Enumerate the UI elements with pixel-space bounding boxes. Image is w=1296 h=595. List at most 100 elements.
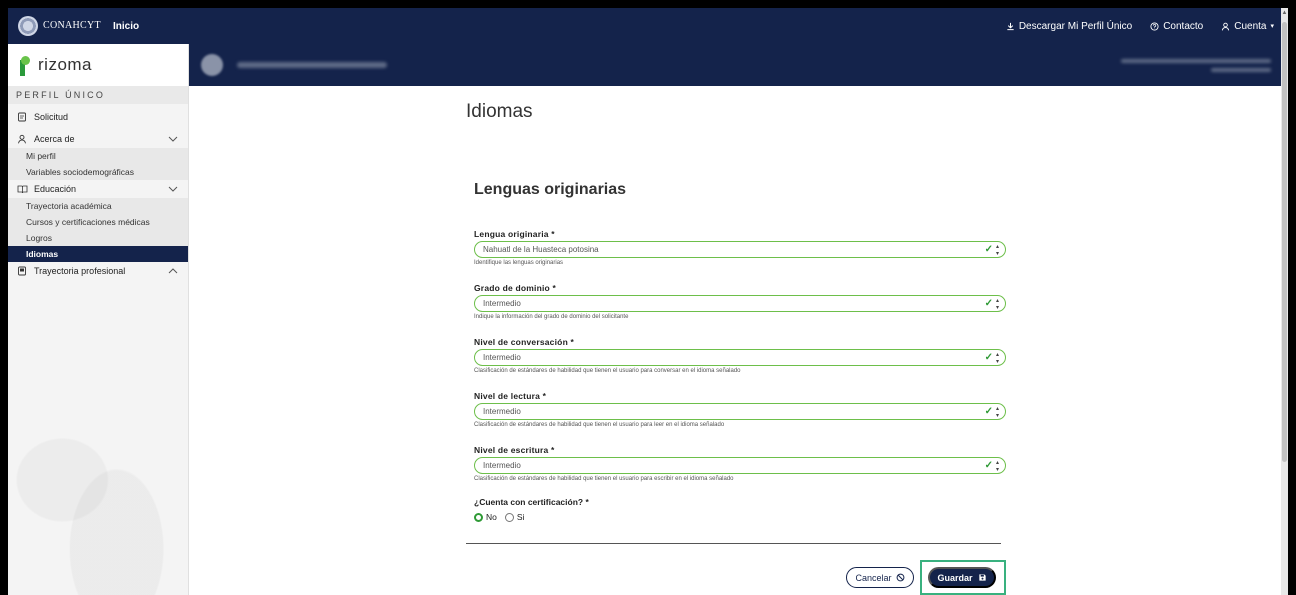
document-icon (16, 111, 28, 123)
nivel-conversacion-select[interactable]: Intermedio ✓ ▴ ▾ (474, 349, 1006, 366)
sidebar-item-solicitud[interactable]: Solicitud (8, 108, 188, 126)
top-navbar: CONAHCYT Inicio Descargar Mi Perfil Únic… (8, 8, 1288, 44)
chevron-up-icon (168, 266, 178, 276)
page-scrollbar[interactable]: ▲ (1281, 8, 1288, 595)
user-details-redacted (1121, 58, 1271, 72)
scrollbar-thumb[interactable] (1282, 22, 1287, 462)
briefcase-icon (16, 265, 28, 277)
download-label: Descargar Mi Perfil Único (1018, 20, 1133, 32)
field-label: Nivel de lectura * (474, 391, 547, 401)
contact-link[interactable]: Contacto (1150, 21, 1203, 32)
conahcyt-logo[interactable]: CONAHCYT (18, 16, 101, 36)
user-icon (16, 133, 28, 145)
nivel-lectura-select[interactable]: Intermedio ✓ ▴ ▾ (474, 403, 1006, 420)
select-value: Intermedio (483, 461, 521, 470)
select-value: Intermedio (483, 353, 521, 362)
sort-arrows-icon: ▴ ▾ (995, 405, 999, 419)
ban-icon (896, 573, 904, 582)
rizoma-mark-icon (18, 54, 32, 76)
app-window: CONAHCYT Inicio Descargar Mi Perfil Únic… (8, 8, 1288, 595)
check-icon: ✓ (984, 460, 993, 471)
avatar (201, 54, 223, 76)
nivel-lectura-field: Nivel de lectura * Intermedio ✓ ▴ ▾ Clasi… (474, 389, 1006, 431)
sidebar-subitem-mi-perfil[interactable]: Mi perfil (8, 148, 188, 164)
section-heading: PERFIL ÚNICO (8, 86, 188, 104)
field-hint: Identifique las lenguas originarias (474, 260, 564, 266)
radio-label: Si (516, 512, 525, 522)
sort-arrows-icon: ▴ ▾ (995, 297, 999, 311)
field-hint: Clasificación de estándares de habilidad… (474, 422, 725, 428)
certification-radio-group: No Si (474, 512, 524, 522)
radio-unchecked-icon (504, 512, 514, 522)
download-profile-link[interactable]: Descargar Mi Perfil Único (1006, 21, 1132, 32)
nivel-escritura-select[interactable]: Intermedio ✓ ▴ ▾ (474, 457, 1006, 474)
seal-icon (18, 16, 38, 36)
lengua-originaria-field: Lengua originaria * Nahuatl de la Huaste… (474, 227, 1006, 269)
sidebar-item-trayectoria-profesional[interactable]: Trayectoria profesional (8, 262, 188, 280)
caret-down-icon: ▾ (1270, 23, 1274, 30)
nivel-conversacion-field: Nivel de conversación * Intermedio ✓ ▴ ▾ … (474, 335, 1006, 377)
select-value: Intermedio (483, 299, 521, 308)
radio-checked-icon (474, 512, 483, 522)
sidebar-subitem-variables[interactable]: Variables sociodemográficas (8, 164, 188, 180)
check-icon: ✓ (984, 406, 993, 417)
contact-label: Contacto (1163, 20, 1204, 32)
sidebar-subitem-idiomas[interactable]: Idiomas (8, 246, 188, 262)
account-label: Cuenta (1234, 20, 1267, 32)
sidebar-item-acerca-de[interactable]: Acerca de (8, 130, 188, 148)
cancel-button[interactable]: Cancelar (846, 567, 914, 588)
download-icon (1007, 22, 1014, 30)
field-hint: Clasificación de estándares de habilidad… (474, 476, 734, 482)
check-icon: ✓ (984, 298, 993, 309)
book-icon (16, 183, 28, 195)
nivel-escritura-field: Nivel de escritura * Intermedio ✓ ▴ ▾ Cla… (474, 443, 1006, 485)
save-button[interactable]: Guardar (928, 567, 996, 588)
sidebar-item-educacion[interactable]: Educación (8, 180, 188, 198)
save-label: Guardar (937, 572, 973, 583)
chevron-down-icon (168, 184, 178, 194)
field-label: Nivel de conversación * (474, 337, 575, 347)
sort-arrows-icon: ▴ ▾ (995, 243, 999, 257)
field-label: Lengua originaria * (474, 229, 555, 239)
brand-name: rizoma (38, 55, 93, 74)
sort-arrows-icon: ▴ ▾ (995, 351, 999, 365)
divider (466, 543, 1001, 544)
sidebar-nav: Solicitud Acerca de Mi perfil Variables … (8, 104, 188, 280)
logo-text: CONAHCYT (43, 20, 101, 31)
radio-no[interactable]: No (474, 512, 497, 522)
sidebar-subitem-cursos[interactable]: Cursos y certificaciones médicas (8, 214, 188, 230)
background-watermark (8, 365, 189, 595)
main-content: Idiomas Lenguas originarias Lengua origi… (189, 86, 1281, 595)
user-name-redacted (237, 62, 387, 68)
scroll-up-arrow-icon[interactable]: ▲ (1281, 10, 1288, 16)
radio-si[interactable]: Si (504, 512, 525, 522)
user-icon (1222, 22, 1230, 30)
sidebar-subitem-trayectoria-academica[interactable]: Trayectoria académica (8, 198, 188, 214)
user-header (189, 44, 1281, 86)
grado-dominio-select[interactable]: Intermedio ✓ ▴ ▾ (474, 295, 1006, 312)
field-label: Nivel de escritura * (474, 445, 555, 455)
sidebar-item-label: Solicitud (34, 112, 69, 122)
page-title: Idiomas (466, 101, 533, 122)
check-icon: ✓ (984, 244, 993, 255)
certification-label: ¿Cuenta con certificación? * (474, 497, 589, 507)
field-hint: Clasificación de estándares de habilidad… (474, 368, 741, 374)
account-menu[interactable]: Cuenta ▾ (1221, 21, 1274, 32)
section-title: Lenguas originarias (474, 181, 627, 198)
rizoma-logo[interactable]: rizoma (8, 44, 188, 86)
cancel-label: Cancelar (855, 572, 892, 583)
field-hint: Indique la información del grado de domi… (474, 314, 629, 320)
select-value: Nahuatl de la Huasteca potosina (483, 245, 599, 254)
sidebar: rizoma PERFIL ÚNICO Solicitud Acerca de (8, 44, 189, 595)
sidebar-subitem-logros[interactable]: Logros (8, 230, 188, 246)
check-icon: ✓ (984, 352, 993, 363)
sort-arrows-icon: ▴ ▾ (995, 459, 999, 473)
sidebar-item-label: Educación (34, 184, 77, 194)
select-value: Intermedio (483, 407, 521, 416)
inicio-link[interactable]: Inicio (113, 21, 139, 32)
radio-label: No (486, 512, 497, 522)
chevron-down-icon (168, 134, 178, 144)
sidebar-item-label: Acerca de (34, 134, 75, 144)
lengua-originaria-select[interactable]: Nahuatl de la Huasteca potosina ✓ ▴ ▾ (474, 241, 1006, 258)
floppy-disk-icon (978, 574, 986, 581)
